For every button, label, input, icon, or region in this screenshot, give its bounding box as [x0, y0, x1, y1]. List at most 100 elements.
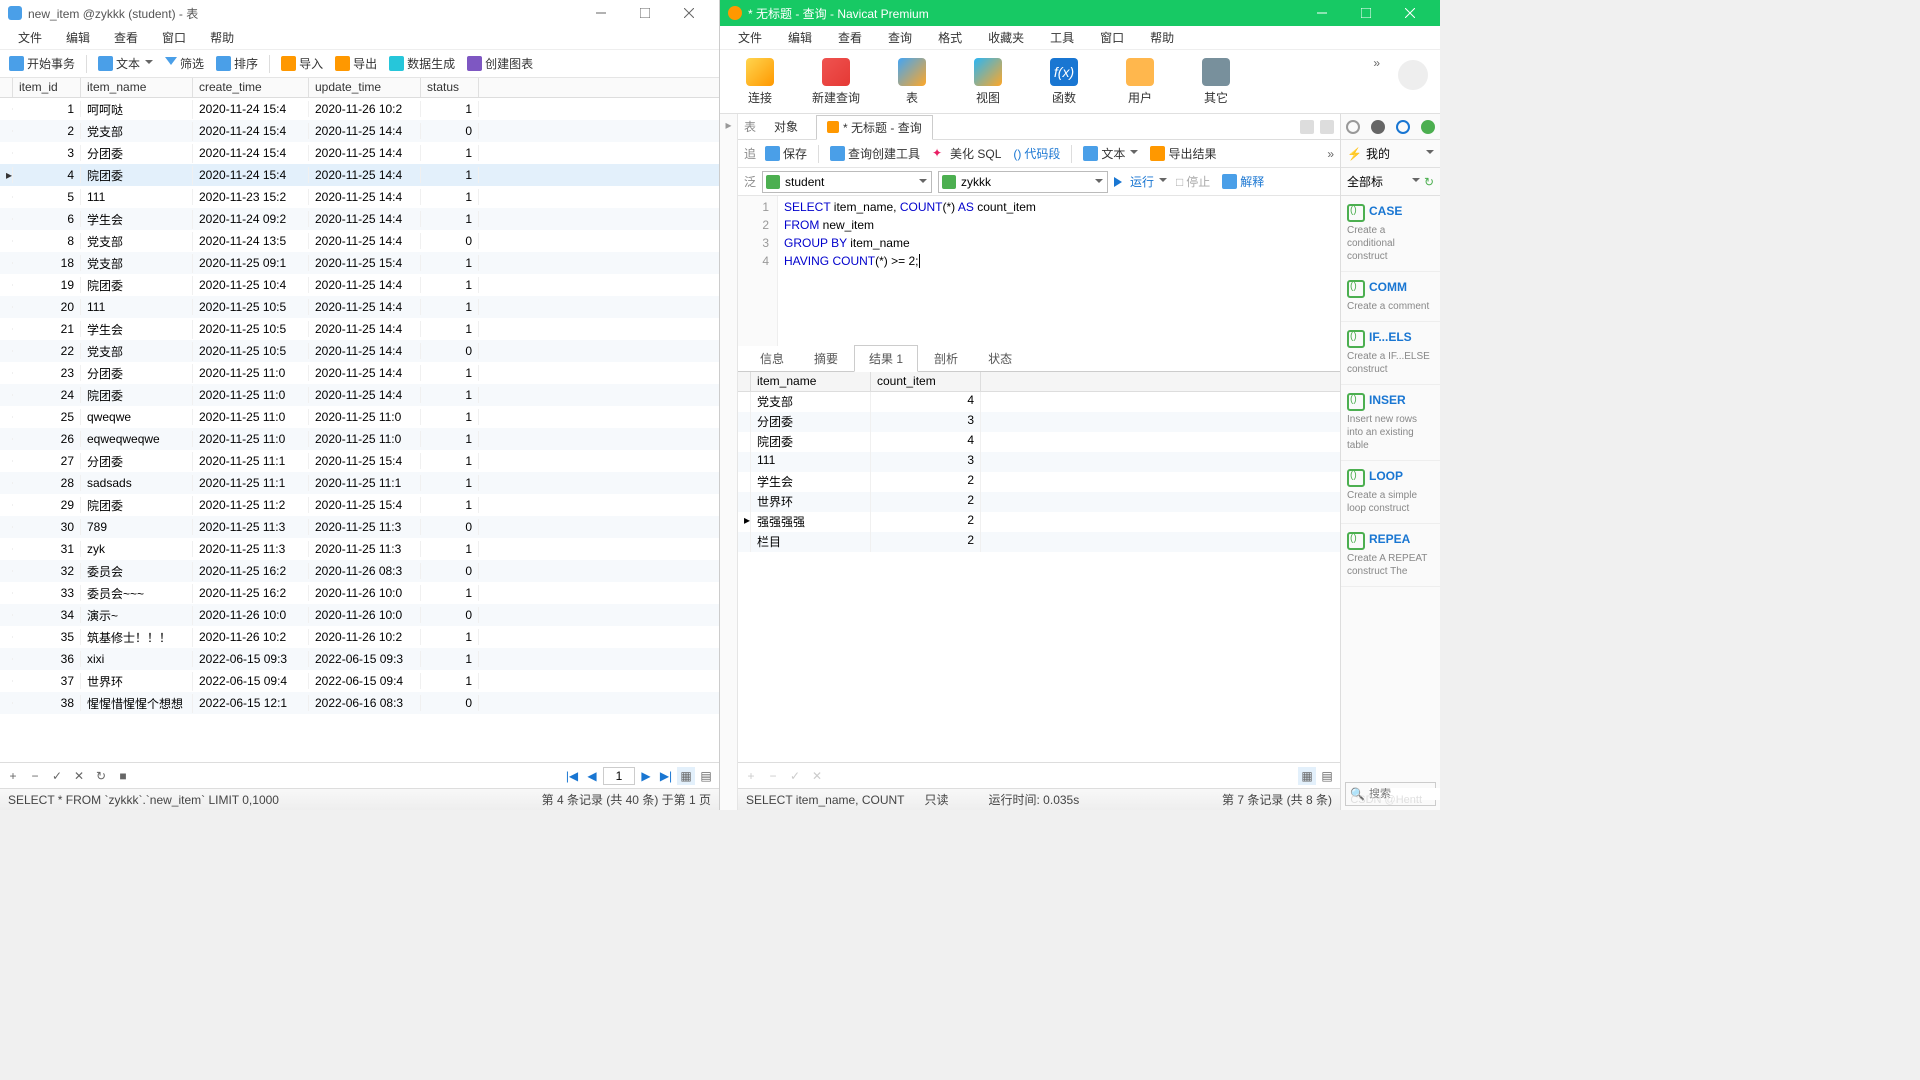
chart-button[interactable]: 创建图表 [464, 53, 536, 74]
maximize-button[interactable] [1344, 0, 1388, 26]
result-row[interactable]: ▸ 强强强强2 [738, 512, 1340, 532]
query-builder-button[interactable]: 查询创建工具 [827, 143, 923, 164]
stop-button[interactable]: □停止 [1173, 171, 1213, 192]
menu-query[interactable]: 查询 [888, 29, 912, 46]
minimize-button[interactable] [1300, 0, 1344, 26]
table-row[interactable]: 35筑基修士！！！ 2020-11-26 10:22020-11-26 10:2… [0, 626, 719, 648]
menu-file[interactable]: 文件 [738, 29, 762, 46]
avatar[interactable] [1398, 60, 1428, 90]
result-row[interactable]: 1113 [738, 452, 1340, 472]
beautify-button[interactable]: ✦美化 SQL [929, 143, 1004, 164]
database-select[interactable]: zykkk [938, 171, 1108, 193]
snippet-item[interactable]: IF...ELSCreate a IF...ELSE construct [1341, 322, 1440, 385]
page-input[interactable] [603, 767, 635, 785]
form-view-button[interactable]: ▤ [1318, 767, 1336, 785]
refresh-icon[interactable]: ↻ [1424, 175, 1434, 189]
sort-button[interactable]: 排序 [213, 53, 261, 74]
export-button[interactable]: 导出 [332, 53, 380, 74]
result-row[interactable]: 栏目2 [738, 532, 1340, 552]
menu-window[interactable]: 窗口 [1100, 29, 1124, 46]
menu-tools[interactable]: 工具 [1050, 29, 1074, 46]
table-row[interactable]: 8党支部 2020-11-24 13:52020-11-25 14:4 0 [0, 230, 719, 252]
explain-button[interactable]: 解释 [1219, 171, 1267, 192]
other-button[interactable]: 其它 [1190, 58, 1242, 106]
tab-query[interactable]: * 无标题 - 查询 [816, 115, 933, 140]
table-row[interactable]: 25qweqwe 2020-11-25 11:02020-11-25 11:0 … [0, 406, 719, 428]
prev-page-button[interactable]: ◀ [583, 767, 601, 785]
snippet-item[interactable]: INSERInsert new rows into an existing ta… [1341, 385, 1440, 461]
table-row[interactable]: 18党支部 2020-11-25 09:12020-11-25 15:4 1 [0, 252, 719, 274]
info-icon[interactable] [1346, 120, 1360, 134]
menu-help[interactable]: 帮助 [210, 29, 234, 46]
table-row[interactable]: ▸ 4院团委 2020-11-24 15:42020-11-25 14:4 1 [0, 164, 719, 186]
codeseg-button[interactable]: ()代码段 [1010, 143, 1063, 164]
table-row[interactable]: 6学生会 2020-11-24 09:22020-11-25 14:4 1 [0, 208, 719, 230]
table-row[interactable]: 30789 2020-11-25 11:32020-11-25 11:3 0 [0, 516, 719, 538]
tab-profile[interactable]: 剖析 [920, 346, 972, 371]
toolbar-more[interactable]: » [1327, 147, 1334, 161]
tab-objects[interactable]: 对象 [764, 115, 808, 138]
menu-file[interactable]: 文件 [18, 29, 42, 46]
stop-button[interactable]: ■ [114, 767, 132, 785]
table-row[interactable]: 38惺惺惜惺惺个想想 2022-06-15 12:12022-06-16 08:… [0, 692, 719, 714]
table-row[interactable]: 24院团委 2020-11-25 11:02020-11-25 14:4 1 [0, 384, 719, 406]
result-row[interactable]: 世界环2 [738, 492, 1340, 512]
result-grid[interactable]: 党支部4 分团委3 院团委4 1113 学生会2 世界环2▸ 强强强强2 栏目2 [738, 392, 1340, 762]
table-row[interactable]: 33委员会~~~ 2020-11-25 16:22020-11-26 10:0 … [0, 582, 719, 604]
grid-view-button[interactable]: ▦ [1298, 767, 1316, 785]
new-query-button[interactable]: 新建查询 [810, 58, 862, 106]
table-row[interactable]: 19院团委 2020-11-25 10:42020-11-25 14:4 1 [0, 274, 719, 296]
table-row[interactable]: 1呵呵哒 2020-11-24 15:42020-11-26 10:2 1 [0, 98, 719, 120]
nav-collapse[interactable]: ▸ [720, 114, 738, 810]
save-button[interactable]: 保存 [762, 143, 810, 164]
refresh-button[interactable]: ↻ [92, 767, 110, 785]
table-row[interactable]: 34演示~ 2020-11-26 10:02020-11-26 10:0 0 [0, 604, 719, 626]
col-item-name[interactable]: item_name [81, 78, 193, 97]
export-result-button[interactable]: 导出结果 [1147, 143, 1219, 164]
result-row[interactable]: 院团委4 [738, 432, 1340, 452]
user-button[interactable]: 用户 [1114, 58, 1166, 106]
snippet-item[interactable]: LOOPCreate a simple loop construct [1341, 461, 1440, 524]
commit-button[interactable]: ✓ [48, 767, 66, 785]
text-button[interactable]: 文本 [95, 53, 156, 74]
table-row[interactable]: 32委员会 2020-11-25 16:22020-11-26 08:3 0 [0, 560, 719, 582]
snippet-item[interactable]: COMMCreate a comment [1341, 272, 1440, 322]
datagen-button[interactable]: 数据生成 [386, 53, 458, 74]
grid-view-button[interactable]: ▦ [677, 767, 695, 785]
panel-toggle-2[interactable] [1320, 120, 1334, 134]
menu-edit[interactable]: 编辑 [788, 29, 812, 46]
table-row[interactable]: 26eqweqweqwe 2020-11-25 11:02020-11-25 1… [0, 428, 719, 450]
menu-view[interactable]: 查看 [838, 29, 862, 46]
close-button[interactable] [1388, 0, 1432, 26]
col-create-time[interactable]: create_time [193, 78, 309, 97]
result-row[interactable]: 党支部4 [738, 392, 1340, 412]
table-row[interactable]: 5111 2020-11-23 15:22020-11-25 14:4 1 [0, 186, 719, 208]
add-row-button[interactable]: + [4, 767, 22, 785]
maximize-button[interactable] [623, 0, 667, 26]
braces-icon[interactable] [1396, 120, 1410, 134]
menu-view[interactable]: 查看 [114, 29, 138, 46]
menu-help[interactable]: 帮助 [1150, 29, 1174, 46]
delete-row-button[interactable]: − [26, 767, 44, 785]
last-page-button[interactable]: ▶| [657, 767, 675, 785]
col-update-time[interactable]: update_time [309, 78, 421, 97]
table-row[interactable]: 23分团委 2020-11-25 11:02020-11-25 14:4 1 [0, 362, 719, 384]
sql-editor[interactable]: 1234 SELECT item_name, COUNT(*) AS count… [738, 196, 1340, 346]
table-row[interactable]: 29院团委 2020-11-25 11:22020-11-25 15:4 1 [0, 494, 719, 516]
cancel-button[interactable]: ✕ [70, 767, 88, 785]
filter-button[interactable]: 筛选 [162, 53, 207, 74]
begin-tx-button[interactable]: 开始事务 [6, 53, 78, 74]
menu-fav[interactable]: 收藏夹 [988, 29, 1024, 46]
table-row[interactable]: 36xixi 2022-06-15 09:32022-06-15 09:3 1 [0, 648, 719, 670]
minimize-button[interactable] [579, 0, 623, 26]
rescol-name[interactable]: item_name [751, 372, 871, 391]
function-button[interactable]: f(x)函数 [1038, 58, 1090, 106]
tab-info[interactable]: 信息 [746, 346, 798, 371]
table-row[interactable]: 21学生会 2020-11-25 10:52020-11-25 14:4 1 [0, 318, 719, 340]
table-row[interactable]: 22党支部 2020-11-25 10:52020-11-25 14:4 0 [0, 340, 719, 362]
tab-result[interactable]: 结果 1 [854, 345, 918, 372]
my-snippets-select[interactable]: ⚡我的 [1341, 140, 1440, 168]
table-row[interactable]: 2党支部 2020-11-24 15:42020-11-25 14:4 0 [0, 120, 719, 142]
table-row[interactable]: 31zyk 2020-11-25 11:32020-11-25 11:3 1 [0, 538, 719, 560]
result-row[interactable]: 分团委3 [738, 412, 1340, 432]
